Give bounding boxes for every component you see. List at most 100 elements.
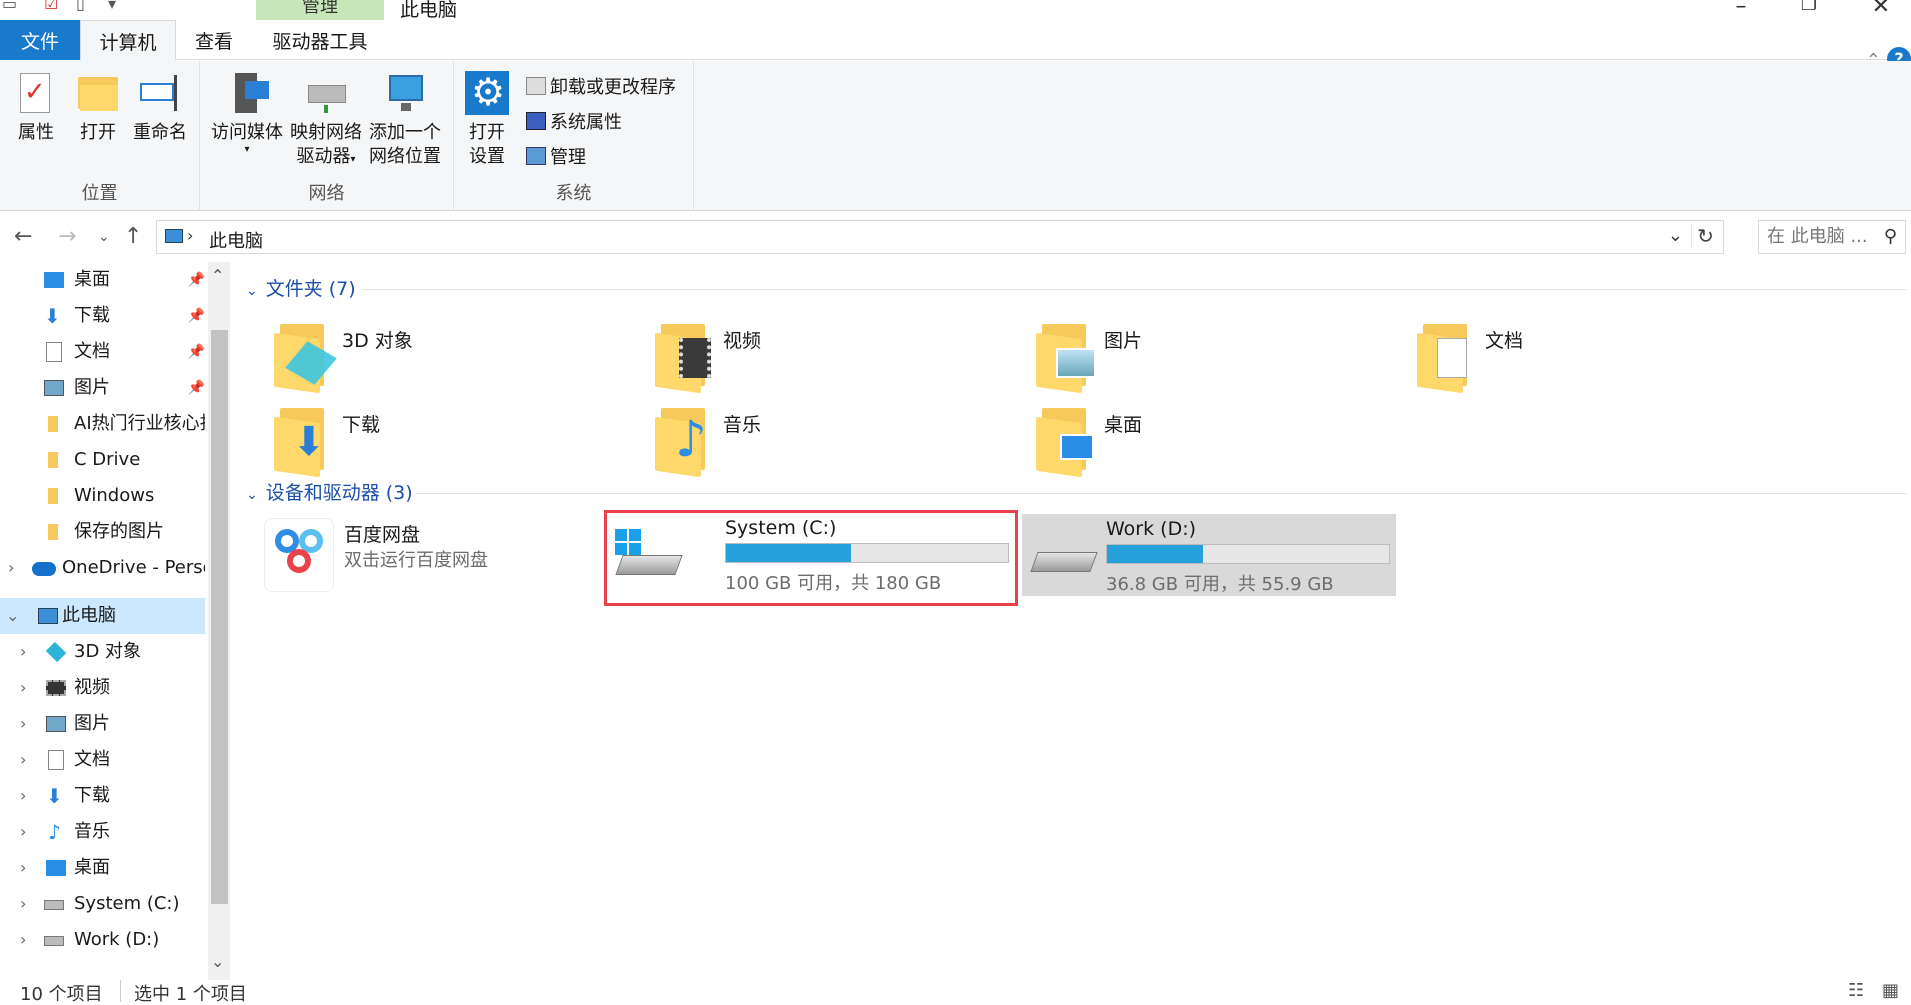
expand-chevron-icon[interactable]: ›: [20, 634, 26, 670]
address-bar[interactable]: › 此电脑 ⌄ ↻: [156, 220, 1724, 254]
group-label-system: 系统: [555, 183, 592, 204]
document-icon: [46, 342, 62, 362]
tab-file[interactable]: 文件: [0, 20, 80, 60]
collapse-chevron-icon[interactable]: ⌄: [6, 598, 19, 634]
folder-3d-objects[interactable]: 3D 对象: [274, 318, 574, 398]
close-button[interactable]: ✕: [1866, 0, 1896, 19]
nav-item-3d-objects[interactable]: › 3D 对象: [0, 634, 205, 670]
nav-item-pictures[interactable]: 图片 📌: [0, 370, 205, 406]
nav-item-windows-folder[interactable]: Windows: [0, 478, 205, 514]
scroll-up-icon[interactable]: ⌃: [211, 266, 224, 285]
section-folders[interactable]: ⌄ 文件夹 (7): [246, 274, 1906, 304]
folder-pictures[interactable]: 图片: [1036, 318, 1336, 398]
pictures-folder-icon: [1036, 318, 1098, 394]
details-view-icon[interactable]: ☷: [1848, 980, 1864, 1001]
manage-button[interactable]: 管理: [526, 143, 586, 173]
uninstall-programs-button[interactable]: 卸载或更改程序: [526, 73, 676, 103]
nav-item-system-c[interactable]: › System (C:): [0, 886, 205, 922]
search-box[interactable]: 在 此电脑 ... ⚲: [1758, 220, 1906, 254]
expand-chevron-icon[interactable]: ›: [8, 550, 14, 586]
expand-chevron-icon[interactable]: ›: [20, 814, 26, 850]
large-icons-view-icon[interactable]: ▦: [1882, 980, 1899, 1001]
nav-item-desktop-pc[interactable]: › 桌面: [0, 850, 205, 886]
map-network-drive-button[interactable]: 映射网络 驱动器▾: [288, 71, 364, 172]
expand-chevron-icon[interactable]: ›: [20, 850, 26, 886]
nav-item-videos[interactable]: › 视频: [0, 670, 205, 706]
properties-quick-icon[interactable]: ☑: [44, 0, 58, 13]
nav-item-downloads-pc[interactable]: › ⬇ 下载: [0, 778, 205, 814]
3d-objects-folder-icon: [274, 318, 337, 394]
nav-item-work-d[interactable]: › Work (D:): [0, 922, 205, 958]
pin-icon: 📌: [187, 308, 205, 324]
onedrive-cloud-icon: [32, 562, 56, 576]
folder-desktop[interactable]: 桌面: [1036, 402, 1336, 482]
properties-icon: ✓: [14, 71, 58, 115]
nav-item-music[interactable]: › ♪ 音乐: [0, 814, 205, 850]
folder-videos[interactable]: 视频: [655, 318, 955, 398]
folder-icon: [48, 524, 58, 540]
device-baidu-netdisk[interactable]: 百度网盘 双击运行百度网盘: [262, 514, 592, 596]
folder-downloads[interactable]: ⬇ 下载: [274, 402, 574, 482]
status-bar: 10 个项目 选中 1 个项目 ☷ ▦: [0, 980, 1911, 1005]
breadcrumb-this-pc[interactable]: 此电脑: [209, 227, 263, 253]
expand-chevron-icon[interactable]: ›: [20, 922, 26, 958]
section-devices-drives[interactable]: ⌄ 设备和驱动器 (3): [246, 478, 1906, 508]
nav-item-desktop[interactable]: 桌面 📌: [0, 262, 205, 298]
minimize-button[interactable]: –: [1726, 0, 1756, 19]
restore-button[interactable]: ❐: [1794, 0, 1824, 15]
drive-system-c[interactable]: System (C:) 100 GB 可用，共 180 GB: [604, 510, 1018, 606]
recent-locations-chevron-icon[interactable]: ⌄: [98, 220, 110, 254]
ribbon-group-system: ⚙ 打开 设置 卸载或更改程序 系统属性 管理 系统: [454, 61, 694, 211]
drive-work-d[interactable]: Work (D:) 36.8 GB 可用，共 55.9 GB: [1022, 514, 1396, 596]
music-icon: ♪: [48, 820, 61, 844]
access-media-button[interactable]: 访问媒体 ▾: [210, 71, 284, 155]
nav-pane-scrollbar[interactable]: ⌃ ⌄: [208, 262, 230, 980]
new-folder-quick-icon[interactable]: ▯: [76, 0, 85, 13]
tab-computer[interactable]: 计算机: [80, 20, 176, 61]
forward-arrow-icon[interactable]: →: [58, 220, 76, 254]
nav-item-ai-folder[interactable]: AI热门行业核心打: [0, 406, 205, 442]
tab-view[interactable]: 查看: [178, 20, 250, 60]
open-button[interactable]: 打开: [74, 71, 122, 145]
system-properties-button[interactable]: 系统属性: [526, 108, 622, 138]
properties-button[interactable]: ✓ 属性: [12, 71, 60, 145]
nav-item-downloads[interactable]: ⬇ 下载 📌: [0, 298, 205, 334]
expand-chevron-icon[interactable]: ›: [20, 742, 26, 778]
back-arrow-icon[interactable]: ←: [14, 220, 32, 254]
nav-item-documents[interactable]: 文档 📌: [0, 334, 205, 370]
rename-button[interactable]: 重命名: [130, 71, 190, 145]
nav-item-saved-pictures[interactable]: 保存的图片: [0, 514, 205, 550]
up-arrow-icon[interactable]: ↑: [124, 220, 142, 254]
computer-icon[interactable]: ▭: [2, 0, 17, 13]
tab-drive-tools[interactable]: 驱动器工具: [256, 20, 384, 60]
dropdown-arrow-icon: ▾: [244, 144, 250, 155]
expand-chevron-icon[interactable]: ›: [20, 670, 26, 706]
folder-documents[interactable]: 文档: [1417, 318, 1717, 398]
video-folder-icon: [655, 318, 717, 394]
nav-item-this-pc[interactable]: ⌄ 此电脑: [0, 598, 205, 634]
open-settings-button[interactable]: ⚙ 打开 设置: [462, 70, 512, 169]
nav-item-documents-pc[interactable]: › 文档: [0, 742, 205, 778]
add-network-location-button[interactable]: 添加一个 网络位置: [366, 71, 444, 169]
expand-chevron-icon[interactable]: ›: [20, 778, 26, 814]
nav-item-c-drive-folder[interactable]: C Drive: [0, 442, 205, 478]
expand-chevron-icon[interactable]: ›: [20, 706, 26, 742]
navigation-pane: 桌面 📌 ⬇ 下载 📌 文档 📌 图片 📌 AI热门行业核心打 C Drive …: [0, 262, 230, 980]
group-label-location: 位置: [81, 183, 118, 204]
manage-context-tab-label: 管理: [256, 0, 384, 20]
scroll-down-icon[interactable]: ⌄: [211, 952, 224, 971]
quick-access-dropdown-icon[interactable]: ▾: [108, 0, 116, 13]
section-collapse-icon[interactable]: ⌄: [246, 283, 258, 299]
expand-chevron-icon[interactable]: ›: [20, 886, 26, 922]
refresh-icon[interactable]: ↻: [1691, 224, 1719, 248]
section-collapse-icon[interactable]: ⌄: [246, 487, 258, 503]
ribbon-tabs: 文件 计算机 查看 驱动器工具 ⌃ ?: [0, 20, 1911, 71]
media-server-icon: [225, 71, 269, 115]
nav-item-pictures-pc[interactable]: › 图片: [0, 706, 205, 742]
search-placeholder: 在 此电脑 ...: [1767, 226, 1868, 247]
breadcrumb-separator-icon[interactable]: ›: [187, 226, 193, 245]
scrollbar-thumb[interactable]: [211, 330, 228, 904]
address-dropdown-icon[interactable]: ⌄: [1668, 225, 1683, 246]
nav-item-onedrive[interactable]: › OneDrive - Perso: [0, 550, 205, 586]
folder-music[interactable]: ♪ 音乐: [655, 402, 955, 482]
